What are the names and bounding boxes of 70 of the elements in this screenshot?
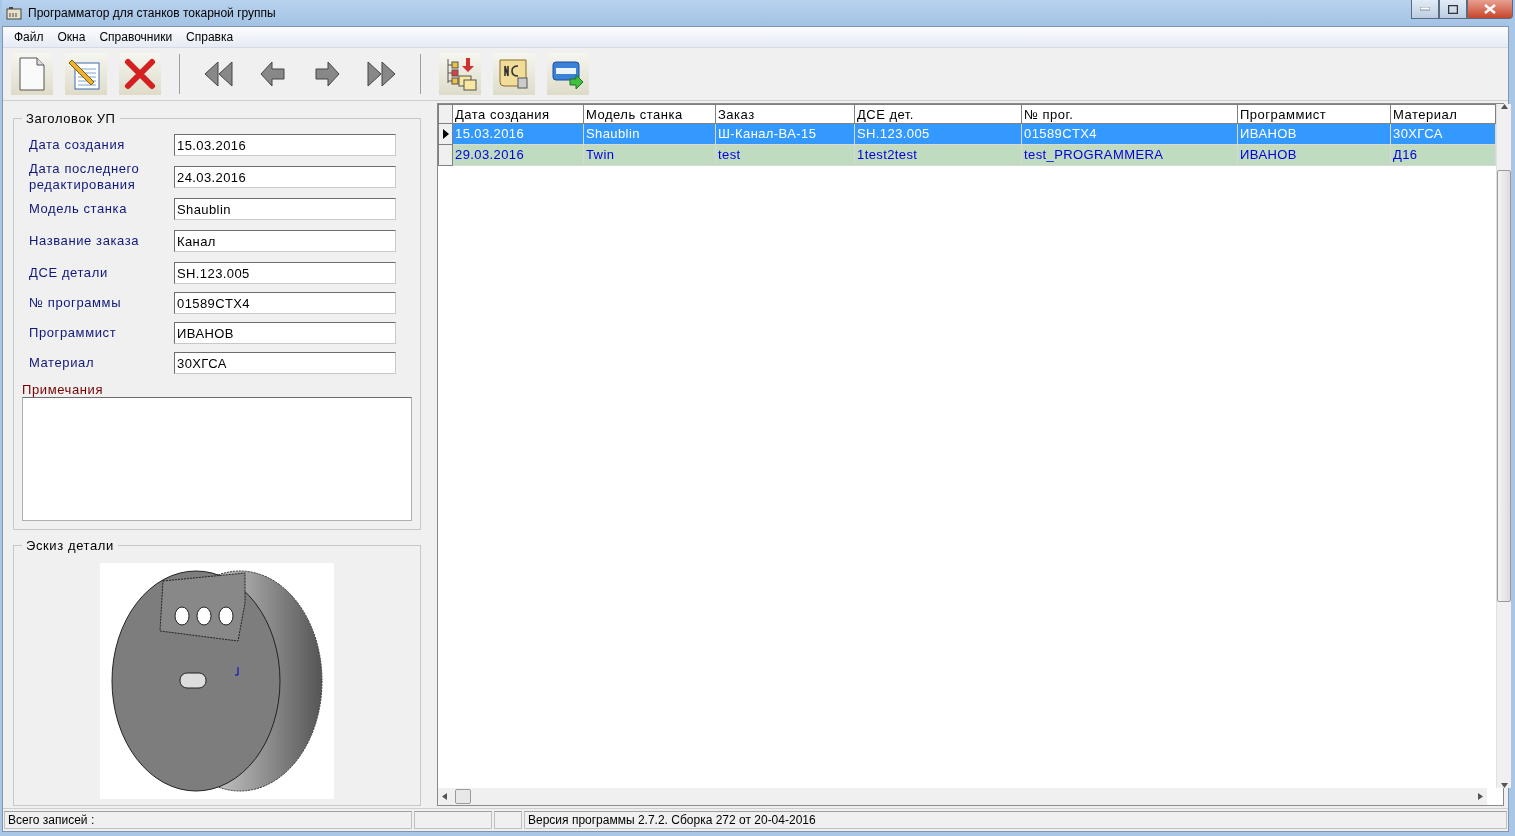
group-title: Эскиз детали <box>25 538 115 553</box>
maximize-button[interactable] <box>1439 0 1467 19</box>
row-indicator[interactable] <box>438 124 453 145</box>
window-title: Программатор для станков токарной группы <box>28 6 277 20</box>
status-panel <box>494 811 522 829</box>
cross-icon <box>124 58 156 90</box>
menu-item[interactable]: Файл <box>7 30 51 44</box>
notepad-pencil-icon <box>69 57 103 91</box>
table-cell: Twin <box>584 145 716 166</box>
table-cell: test_PROGRAMMERA <box>1022 145 1238 166</box>
scroll-up-icon <box>1500 104 1508 109</box>
menu-item[interactable]: Окна <box>50 30 93 44</box>
input-field[interactable]: 30ХГСА <box>174 352 396 374</box>
column-header[interactable]: Дата создания <box>453 104 584 124</box>
scroll-left-icon <box>442 793 447 800</box>
close-button[interactable] <box>1467 0 1513 19</box>
field-label: № программы <box>28 295 123 311</box>
html-export-icon <box>552 59 584 89</box>
input-field[interactable]: 01589CTX4 <box>174 292 396 314</box>
input-field[interactable]: 24.03.2016 <box>174 166 396 188</box>
scroll-down-icon <box>1500 783 1508 788</box>
field-label: Название заказа <box>28 233 141 249</box>
field-label: Программист <box>28 325 118 341</box>
field-label: Дата создания <box>28 137 126 153</box>
menu-item[interactable]: Справка <box>179 30 241 44</box>
input-field[interactable]: Shaublin <box>174 198 396 220</box>
table-cell: 29.03.2016 <box>453 145 584 166</box>
column-header[interactable]: ДСЕ дет. <box>855 104 1022 124</box>
group-title: Заголовок УП <box>25 111 117 126</box>
input-field[interactable]: SH.123.005 <box>174 262 396 284</box>
minimize-icon <box>1420 7 1430 11</box>
column-header[interactable]: Модель станка <box>584 104 716 124</box>
notes-label: Примечания <box>22 382 105 397</box>
input-field[interactable]: Канал <box>174 230 396 252</box>
table-row[interactable]: 29.03.2016 Twin test 1test2test test_PROGRAMMERA ИВАНОВ Д16 <box>438 145 1496 166</box>
field-label: Модель станка <box>28 201 128 217</box>
maximize-icon <box>1448 4 1458 14</box>
column-header[interactable]: Программист <box>1238 104 1391 124</box>
field-label: Материал <box>28 355 96 371</box>
toolbar-button[interactable] <box>119 53 161 95</box>
input-field[interactable]: ИВАНОВ <box>174 322 396 344</box>
right-arrow-icon <box>314 61 340 87</box>
column-header[interactable]: Материал <box>1391 104 1496 124</box>
row-pointer-icon <box>442 129 449 139</box>
status-text: Всего записей : <box>4 811 412 829</box>
table-cell: 1test2test <box>855 145 1022 166</box>
menu-item[interactable]: Справочники <box>92 30 180 44</box>
close-icon <box>1484 4 1496 14</box>
notes-field[interactable] <box>22 397 412 521</box>
scrollbar-thumb[interactable] <box>455 789 471 804</box>
status-text: Версия программы 2.7.2. Сборка 272 от 20-04-2016 <box>524 811 1507 829</box>
toolbar-button[interactable] <box>493 53 535 95</box>
table-cell: ИВАНОВ <box>1238 145 1391 166</box>
document-icon <box>18 57 46 91</box>
table-cell: test <box>716 145 855 166</box>
field-label: Дата последнего редактирования <box>28 161 141 193</box>
scrollbar-thumb[interactable] <box>1497 170 1511 602</box>
field-label: ДСЕ детали <box>28 265 109 281</box>
double-right-arrow-icon <box>365 61 397 87</box>
app-icon <box>6 6 22 20</box>
input-field[interactable]: 15.03.2016 <box>174 134 396 156</box>
double-left-arrow-icon <box>203 61 235 87</box>
toolbar-button[interactable] <box>65 53 107 95</box>
left-arrow-icon <box>260 61 286 87</box>
minimize-button[interactable] <box>1411 0 1439 19</box>
toolbar-button[interactable] <box>439 53 481 95</box>
column-header[interactable]: № прог. <box>1022 104 1238 124</box>
toolbar-button[interactable] <box>547 53 589 95</box>
scroll-right-icon <box>1478 793 1483 800</box>
column-header[interactable]: Заказ <box>716 104 855 124</box>
